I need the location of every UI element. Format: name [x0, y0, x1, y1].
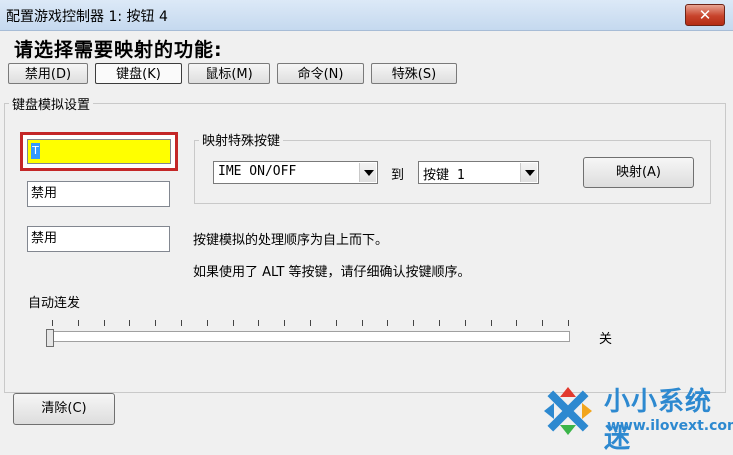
target-key-select[interactable]: 按键 1	[418, 161, 539, 184]
slider-tick	[336, 320, 337, 326]
slider-tick	[516, 320, 517, 326]
special-key-select[interactable]: IME ON/OFF	[213, 161, 378, 184]
slider-tick	[155, 320, 156, 326]
slider-tick	[491, 320, 492, 326]
key-field-highlight: T	[20, 132, 178, 171]
page-title: 请选择需要映射的功能:	[14, 39, 223, 61]
tab-command[interactable]: 命令(N)	[277, 63, 364, 84]
slider-tick	[362, 320, 363, 326]
keyboard-settings-label: 键盘模拟设置	[9, 94, 94, 113]
tab-mouse[interactable]: 鼠标(M)	[188, 63, 270, 84]
autofire-slider-track[interactable]	[52, 331, 570, 342]
slider-tick	[465, 320, 466, 326]
info-order-text: 按键模拟的处理顺序为自上而下。	[193, 233, 389, 248]
slider-tick	[568, 320, 569, 326]
target-key-select-value: 按键 1	[423, 168, 465, 183]
slider-tick	[258, 320, 259, 326]
slider-tick	[207, 320, 208, 326]
map-button[interactable]: 映射(A)	[583, 157, 694, 188]
slider-tick	[310, 320, 311, 326]
slider-tick	[78, 320, 79, 326]
watermark-url: www.ilovext.com	[607, 418, 733, 434]
autofire-value-label: 关	[599, 332, 613, 347]
special-key-select-value: IME ON/OFF	[218, 164, 297, 179]
slider-tick	[542, 320, 543, 326]
key-field-1[interactable]: T	[27, 139, 171, 164]
autofire-label: 自动连发	[28, 296, 81, 311]
autofire-slider-thumb[interactable]	[46, 329, 54, 347]
info-alt-text: 如果使用了 ALT 等按键，请仔细确认按键顺序。	[193, 265, 471, 280]
slider-tick	[52, 320, 53, 326]
key-field-2[interactable]: 禁用	[27, 181, 170, 207]
watermark-logo-icon	[544, 387, 592, 435]
clear-button[interactable]: 清除(C)	[13, 393, 115, 425]
title-bar: 配置游戏控制器 1: 按钮 4 ✕	[0, 0, 733, 31]
window-title: 配置游戏控制器 1: 按钮 4	[6, 9, 168, 25]
slider-tick	[233, 320, 234, 326]
key-field-1-value: T	[31, 143, 40, 159]
key-field-3[interactable]: 禁用	[27, 226, 170, 252]
dialog-client: 请选择需要映射的功能: 禁用(D) 键盘(K) 鼠标(M) 命令(N) 特殊(S…	[0, 31, 733, 454]
chevron-down-icon	[520, 163, 537, 182]
close-button[interactable]: ✕	[685, 4, 725, 26]
slider-tick	[439, 320, 440, 326]
slider-tick	[284, 320, 285, 326]
slider-tick	[413, 320, 414, 326]
tab-keyboard[interactable]: 键盘(K)	[95, 63, 182, 84]
slider-tick	[387, 320, 388, 326]
slider-tick	[104, 320, 105, 326]
tab-disable[interactable]: 禁用(D)	[8, 63, 88, 84]
chevron-down-icon	[359, 163, 376, 182]
special-keys-label: 映射特殊按键	[199, 130, 284, 149]
tab-special[interactable]: 特殊(S)	[371, 63, 457, 84]
to-label: 到	[391, 168, 405, 183]
slider-tick	[129, 320, 130, 326]
slider-tick	[181, 320, 182, 326]
